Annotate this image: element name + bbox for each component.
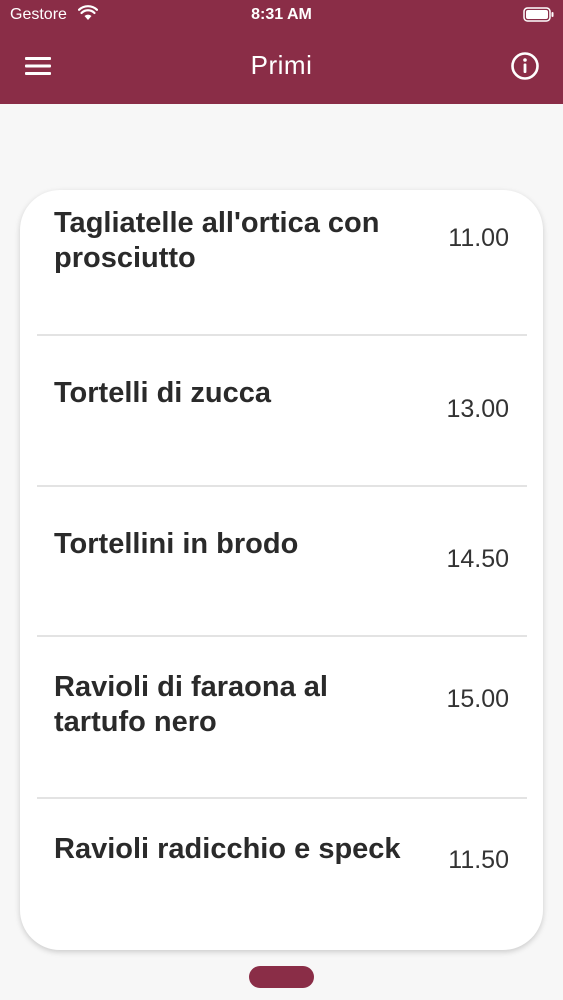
- dish-price: 14.50: [446, 545, 509, 573]
- dish-name: Ravioli radicchio e speck: [54, 833, 401, 865]
- home-indicator[interactable]: [249, 966, 314, 988]
- info-button[interactable]: [508, 49, 542, 83]
- menu-item[interactable]: Ravioli radicchio e speck 11.50: [20, 799, 543, 950]
- status-bar: Gestore 8:31 AM: [0, 0, 563, 30]
- app-bar: Gestore 8:31 AM Primi: [0, 0, 563, 104]
- dish-price: 15.00: [446, 685, 509, 713]
- menu-item[interactable]: Tortelli di zucca 13.00: [20, 336, 543, 486]
- dish-name: Tortellini in brodo: [54, 528, 299, 560]
- menu-item[interactable]: Tortellini in brodo 14.50: [20, 487, 543, 636]
- dish-price: 11.50: [448, 846, 509, 874]
- dish-name: Tortelli di zucca: [54, 377, 272, 409]
- status-time: 8:31 AM: [251, 6, 312, 23]
- dish-name: Tagliatelle all'ortica con prosciutto: [54, 207, 380, 274]
- dish-name: Ravioli di faraona al tartufo nero: [54, 671, 328, 738]
- menu-card: Tagliatelle all'ortica con prosciutto 11…: [20, 190, 543, 950]
- menu-item[interactable]: Tagliatelle all'ortica con prosciutto 11…: [20, 190, 543, 335]
- page-title: Primi: [250, 50, 313, 80]
- battery-icon: [523, 7, 554, 22]
- dish-price: 11.00: [448, 224, 509, 252]
- dish-price: 13.00: [446, 395, 509, 423]
- info-icon: [511, 52, 539, 80]
- menu-item[interactable]: Ravioli di faraona al tartufo nero 15.00: [20, 637, 543, 798]
